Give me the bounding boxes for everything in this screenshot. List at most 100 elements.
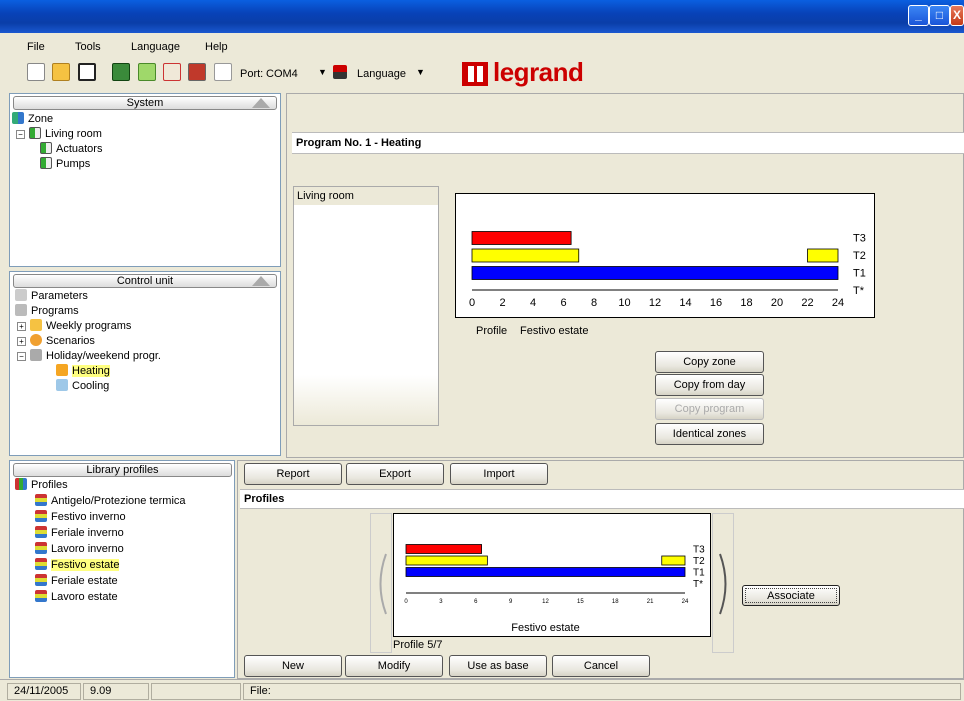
legrand-logo-text: legrand bbox=[493, 57, 584, 87]
tree-item-weekly-programs[interactable]: + Weekly programs bbox=[17, 319, 131, 334]
room-icon bbox=[29, 127, 41, 139]
tree-item-profile[interactable]: Feriale estate bbox=[35, 574, 118, 589]
tree-item-profile[interactable]: Feriale inverno bbox=[35, 526, 124, 541]
zone-icon bbox=[12, 112, 24, 124]
programs-icon bbox=[15, 304, 27, 316]
tree-item-scenarios[interactable]: + Scenarios bbox=[17, 334, 95, 349]
language-dropdown-icon[interactable]: ▼ bbox=[416, 67, 425, 83]
level-label: T2 bbox=[853, 250, 866, 262]
program-chart: T3T2T1T*0 2 4 6 8 10 12 14 16 18 20 22 24 bbox=[455, 193, 875, 318]
holiday-icon bbox=[30, 349, 42, 361]
save-icon[interactable] bbox=[78, 63, 96, 81]
tree-item-profile-selected[interactable]: Festivo estate bbox=[35, 558, 120, 573]
heating-icon bbox=[56, 364, 68, 376]
previous-profile-button[interactable] bbox=[370, 513, 392, 653]
status-version: 9.09 bbox=[83, 683, 149, 700]
bar-t3 bbox=[471, 231, 572, 245]
tree-item-heating[interactable]: Heating bbox=[56, 364, 110, 379]
toolbar: Port: COM4 ▼ Language ▼ legrand bbox=[0, 55, 964, 91]
bar-t2 bbox=[471, 248, 580, 263]
report-button[interactable]: Report bbox=[244, 463, 342, 485]
status-empty bbox=[151, 683, 241, 700]
tick-label: 12 bbox=[542, 599, 549, 605]
cancel-button[interactable]: Cancel bbox=[552, 655, 650, 677]
maximize-button[interactable]: □ bbox=[929, 5, 950, 26]
tick-label: 2 bbox=[499, 297, 505, 309]
close-button[interactable]: X bbox=[950, 5, 964, 26]
library-profiles-header[interactable]: Library profiles bbox=[13, 463, 232, 477]
tick-label: 24 bbox=[682, 599, 689, 605]
menu-tools[interactable]: Tools bbox=[75, 41, 101, 53]
zone-list[interactable]: Living room bbox=[293, 186, 439, 426]
menu-file[interactable]: File bbox=[27, 41, 45, 53]
next-profile-button[interactable] bbox=[712, 513, 734, 653]
copy-zone-button[interactable]: Copy zone bbox=[655, 351, 764, 373]
send-icon[interactable] bbox=[138, 63, 156, 81]
status-file: File: bbox=[243, 683, 961, 700]
port-dropdown-icon[interactable]: ▼ bbox=[318, 67, 327, 83]
new-file-icon[interactable] bbox=[27, 63, 45, 81]
profile-icon bbox=[35, 526, 47, 538]
export-button[interactable]: Export bbox=[346, 463, 444, 485]
report-icon[interactable] bbox=[214, 63, 232, 81]
tree-item-parameters[interactable]: Parameters bbox=[15, 289, 88, 304]
modify-button[interactable]: Modify bbox=[345, 655, 443, 677]
tick-label: 22 bbox=[801, 297, 813, 309]
zone-list-item[interactable]: Living room bbox=[294, 187, 438, 205]
tick-label: 0 bbox=[469, 297, 475, 309]
tree-item-actuators[interactable]: Actuators bbox=[40, 142, 102, 157]
scenario-icon bbox=[30, 334, 42, 346]
copy-program-button[interactable]: Copy program bbox=[655, 398, 764, 420]
tick-label: 16 bbox=[710, 297, 722, 309]
tree-item-programs[interactable]: Programs bbox=[15, 304, 79, 319]
tree-item-holiday-programs[interactable]: − Holiday/weekend progr. bbox=[17, 349, 161, 364]
profile-icon bbox=[35, 574, 47, 586]
level-label: T* bbox=[693, 579, 703, 590]
chart-title: Festivo estate bbox=[511, 622, 579, 634]
profile-counter: Profile 5/7 bbox=[393, 639, 443, 651]
chevron-right-icon bbox=[719, 553, 727, 615]
tick-label: 8 bbox=[591, 297, 597, 309]
profile-label: Profile bbox=[476, 325, 508, 337]
profile-icon bbox=[35, 510, 47, 522]
system-panel-header[interactable]: System bbox=[13, 96, 277, 110]
profile-icon bbox=[35, 494, 47, 506]
menu-language[interactable]: Language bbox=[131, 41, 180, 53]
tick-label: 15 bbox=[577, 599, 584, 605]
check-icon[interactable] bbox=[112, 63, 130, 81]
tree-item-profile[interactable]: Lavoro estate bbox=[35, 590, 118, 605]
control-unit-panel-header[interactable]: Control unit bbox=[13, 274, 277, 288]
cooling-icon bbox=[56, 379, 68, 391]
new-button[interactable]: New bbox=[244, 655, 342, 677]
copy-from-day-button[interactable]: Copy from day bbox=[655, 374, 764, 396]
open-folder-icon[interactable] bbox=[52, 63, 70, 81]
tick-label: 20 bbox=[771, 297, 783, 309]
tree-item-living-room[interactable]: − Living room bbox=[16, 127, 102, 142]
tree-item-profile[interactable]: Lavoro inverno bbox=[35, 542, 124, 557]
associate-button[interactable]: Associate bbox=[742, 585, 840, 606]
tree-item-pumps[interactable]: Pumps bbox=[40, 157, 90, 172]
tree-item-profile[interactable]: Antigelo/Protezione termica bbox=[35, 494, 186, 509]
tools-icon[interactable] bbox=[188, 63, 206, 81]
tick-label: 24 bbox=[832, 297, 844, 309]
level-label: T3 bbox=[853, 233, 866, 245]
menu-help[interactable]: Help bbox=[205, 41, 228, 53]
identical-zones-button[interactable]: Identical zones bbox=[655, 423, 764, 445]
profile-icon bbox=[35, 542, 47, 554]
minimize-button[interactable]: _ bbox=[908, 5, 929, 26]
tree-item-zone[interactable]: Zone bbox=[12, 112, 53, 127]
tree-item-profile[interactable]: Festivo inverno bbox=[35, 510, 126, 525]
profiles-icon bbox=[15, 478, 27, 490]
profiles-header: Profiles bbox=[240, 489, 964, 509]
library-profiles-panel: Library profiles Profiles Antigelo/Prote… bbox=[9, 460, 235, 678]
import-button[interactable]: Import bbox=[450, 463, 548, 485]
language-select[interactable]: Language bbox=[357, 68, 406, 84]
use-as-base-button[interactable]: Use as base bbox=[449, 655, 547, 677]
receive-icon[interactable] bbox=[163, 63, 181, 81]
tree-item-profiles[interactable]: Profiles bbox=[15, 478, 68, 493]
port-select[interactable]: COM4 bbox=[266, 68, 298, 84]
profile-preview-chart: T3T2T1T*0 3 6 9 12 15 18 21 24Festivo estate bbox=[393, 513, 711, 637]
collapse-arrow-icon bbox=[252, 98, 270, 108]
tree-item-cooling[interactable]: Cooling bbox=[56, 379, 109, 394]
chevron-left-icon bbox=[379, 553, 387, 615]
